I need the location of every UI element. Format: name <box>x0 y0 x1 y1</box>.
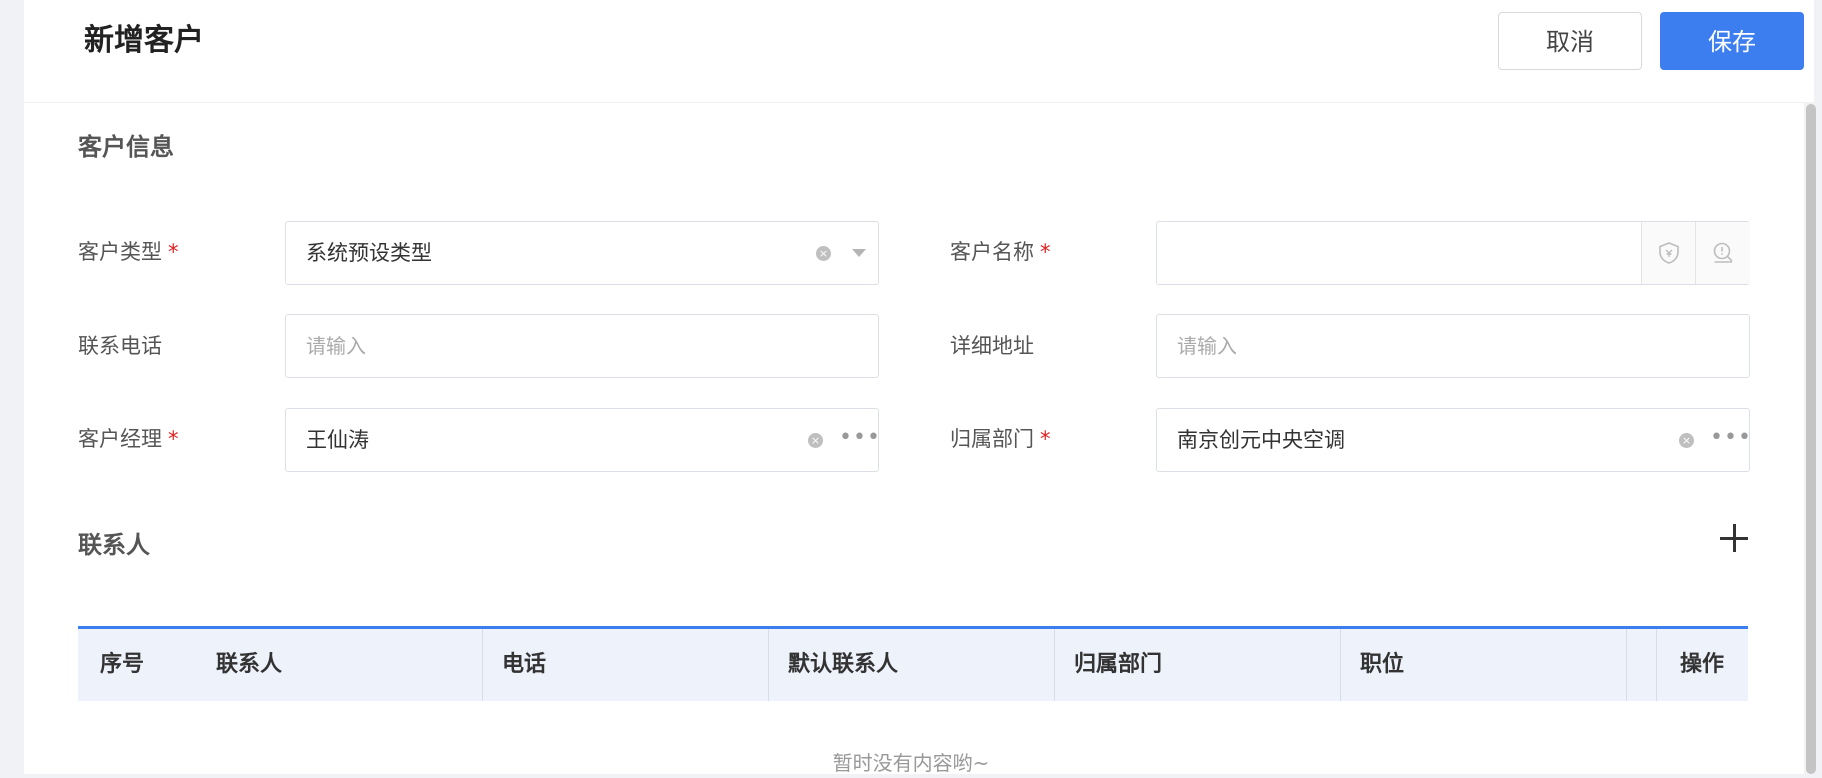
shield-icon[interactable] <box>1641 222 1696 284</box>
manager-picker[interactable]: 王仙涛 × ••• <box>285 408 881 472</box>
chevron-down-icon[interactable] <box>852 249 866 257</box>
required-mark: * <box>168 427 179 451</box>
column-header-default-contact: 默认联系人 <box>788 652 899 677</box>
plus-icon[interactable] <box>1720 524 1750 554</box>
column-divider <box>1656 629 1657 701</box>
phone-input[interactable]: 请输入 <box>285 314 879 378</box>
customer-name-field[interactable] <box>1156 221 1750 285</box>
column-header-index: 序号 <box>100 652 145 677</box>
ellipsis-icon[interactable]: ••• <box>1710 423 1752 453</box>
manager-label: 客户经理 * <box>78 424 179 454</box>
column-divider <box>1626 629 1627 701</box>
column-divider <box>482 629 483 701</box>
column-header-department: 归属部门 <box>1074 652 1163 677</box>
search-alert-icon[interactable] <box>1695 222 1750 284</box>
clear-icon[interactable]: × <box>1679 433 1694 448</box>
department-value: 南京创元中央空调 <box>1177 428 1345 452</box>
required-mark: * <box>1040 427 1051 451</box>
phone-label: 联系电话 <box>78 334 162 358</box>
column-header-position: 职位 <box>1360 652 1405 677</box>
customer-type-label: 客户类型 * <box>78 237 179 267</box>
required-mark: * <box>168 240 179 264</box>
column-header-phone: 电话 <box>502 652 547 677</box>
customer-type-select[interactable]: 系统预设类型 × <box>285 221 879 285</box>
column-divider <box>1054 629 1055 701</box>
department-label-text: 归属部门 <box>950 427 1034 451</box>
ellipsis-icon[interactable]: ••• <box>839 423 881 453</box>
customer-name-label-text: 客户名称 <box>950 240 1034 264</box>
page-header: 新增客户 取消 保存 <box>24 0 1814 103</box>
address-input[interactable]: 请输入 <box>1156 314 1750 378</box>
address-label: 详细地址 <box>950 334 1034 358</box>
column-divider <box>1340 629 1341 701</box>
customer-name-label: 客户名称 * <box>950 237 1051 267</box>
clear-icon[interactable]: × <box>816 246 831 261</box>
required-mark: * <box>1040 240 1051 264</box>
department-picker[interactable]: 南京创元中央空调 × ••• <box>1156 408 1752 472</box>
address-placeholder: 请输入 <box>1177 334 1237 358</box>
section-title-contacts: 联系人 <box>78 531 150 559</box>
manager-label-text: 客户经理 <box>78 427 162 451</box>
manager-value: 王仙涛 <box>306 428 369 452</box>
section-title-customer-info: 客户信息 <box>78 133 174 161</box>
cancel-button[interactable]: 取消 <box>1498 12 1642 70</box>
phone-placeholder: 请输入 <box>306 334 366 358</box>
column-header-actions: 操作 <box>1680 652 1725 677</box>
contacts-table-header: 序号 联系人 电话 默认联系人 归属部门 职位 操作 <box>78 626 1748 701</box>
column-divider <box>768 629 769 701</box>
page-title: 新增客户 <box>84 23 204 58</box>
scrollbar-thumb[interactable] <box>1806 104 1816 774</box>
column-header-contact: 联系人 <box>216 652 283 677</box>
department-label: 归属部门 * <box>950 424 1051 454</box>
customer-type-label-text: 客户类型 <box>78 240 162 264</box>
customer-type-value: 系统预设类型 <box>306 241 432 265</box>
save-button[interactable]: 保存 <box>1660 12 1804 70</box>
clear-icon[interactable]: × <box>808 433 823 448</box>
